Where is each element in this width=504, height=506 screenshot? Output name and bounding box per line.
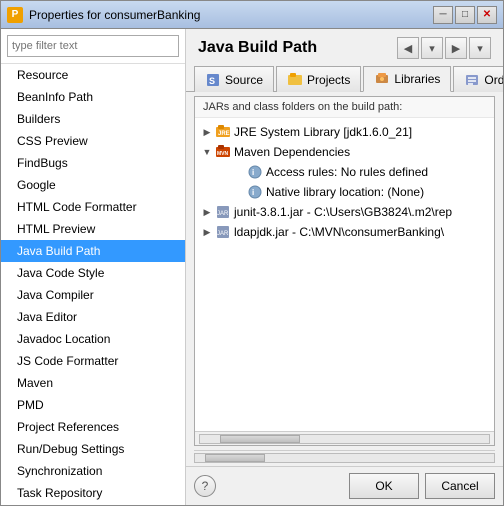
sidebar-item-java-compiler[interactable]: Java Compiler	[1, 284, 185, 306]
tabs-row: S Source Projects	[186, 63, 503, 92]
sidebar-item-synchronization[interactable]: Synchronization	[1, 460, 185, 482]
filter-input[interactable]	[7, 35, 179, 57]
sidebar-item-css-preview[interactable]: CSS Preview	[1, 130, 185, 152]
libraries-tab-icon	[374, 71, 390, 87]
svg-text:JAR: JAR	[217, 211, 229, 217]
sidebar-item-javadoc[interactable]: Javadoc Location	[1, 328, 185, 350]
svg-text:JAR: JAR	[217, 231, 229, 237]
native-lib-icon: i	[247, 184, 263, 200]
sidebar-item-maven[interactable]: Maven	[1, 372, 185, 394]
nav-toolbar: ◀ ▾ ▶ ▾	[397, 37, 491, 59]
sidebar-item-beaninfo[interactable]: BeanInfo Path	[1, 86, 185, 108]
junit-jar-toggle[interactable]: ▶	[199, 204, 215, 220]
window-title: Properties for consumerBanking	[29, 8, 433, 22]
tree-item-junit-jar[interactable]: ▶ JAR junit-3.8.1.jar - C:\Users\GB3824\…	[195, 202, 494, 222]
back-button[interactable]: ◀	[397, 37, 419, 59]
sidebar-item-java-build-path[interactable]: Java Build Path	[1, 240, 185, 262]
tab-libraries[interactable]: Libraries	[363, 66, 451, 92]
tree-item-native-lib[interactable]: i Native library location: (None)	[195, 182, 494, 202]
svg-text:MVN: MVN	[217, 151, 229, 157]
svg-text:JRE: JRE	[218, 131, 230, 137]
footer: ? OK Cancel	[186, 466, 503, 505]
ldapjdk-jar-label: ldapjdk.jar - C:\MVN\consumerBanking\	[234, 223, 444, 241]
svg-text:i: i	[252, 188, 254, 197]
sidebar-item-google[interactable]: Google	[1, 174, 185, 196]
content-area: Resource BeanInfo Path Builders CSS Prev…	[1, 29, 503, 505]
maximize-button[interactable]: □	[455, 6, 475, 24]
ldapjdk-jar-toggle[interactable]: ▶	[199, 224, 215, 240]
tree-description: JARs and class folders on the build path…	[195, 97, 494, 118]
svg-text:i: i	[252, 168, 254, 177]
sidebar-item-task-repository[interactable]: Task Repository	[1, 482, 185, 504]
close-button[interactable]: ✕	[477, 6, 497, 24]
main-title: Java Build Path	[198, 39, 317, 57]
order-tab-icon	[464, 72, 480, 88]
jre-icon: JRE	[215, 124, 231, 140]
tree-item-access-rules[interactable]: i Access rules: No rules defined	[195, 162, 494, 182]
sidebar-item-html-preview[interactable]: HTML Preview	[1, 218, 185, 240]
access-rules-icon: i	[247, 164, 263, 180]
window-controls: ─ □ ✕	[433, 6, 497, 24]
tree-panel: JARs and class folders on the build path…	[194, 96, 495, 446]
access-rules-label: Access rules: No rules defined	[266, 163, 428, 181]
sidebar-item-task-tags[interactable]: Task Tags	[1, 504, 185, 505]
sidebar-item-pmd[interactable]: PMD	[1, 394, 185, 416]
sidebar-item-run-debug[interactable]: Run/Debug Settings	[1, 438, 185, 460]
sidebar: Resource BeanInfo Path Builders CSS Prev…	[1, 29, 186, 505]
sidebar-item-resource[interactable]: Resource	[1, 64, 185, 86]
native-lib-toggle	[231, 184, 247, 200]
tree-h-scrollbar[interactable]	[195, 431, 494, 445]
maven-label: Maven Dependencies	[234, 143, 350, 161]
forward-dropdown-button[interactable]: ▾	[469, 37, 491, 59]
access-rules-toggle	[231, 164, 247, 180]
tree-item-ldapjdk-jar[interactable]: ▶ JAR ldapjdk.jar - C:\MVN\consumerBanki…	[195, 222, 494, 242]
ok-button[interactable]: OK	[349, 473, 419, 499]
tree-item-jre[interactable]: ▶ JRE JRE System Library [jdk1.6.0_21]	[195, 122, 494, 142]
maven-toggle-icon[interactable]: ▼	[199, 144, 215, 160]
cancel-button[interactable]: Cancel	[425, 473, 495, 499]
maven-icon: MVN	[215, 144, 231, 160]
main-panel: Java Build Path ◀ ▾ ▶ ▾ S Source	[186, 29, 503, 505]
projects-tab-icon	[287, 72, 303, 88]
tab-projects[interactable]: Projects	[276, 66, 361, 92]
svg-text:S: S	[209, 76, 215, 86]
main-header: Java Build Path ◀ ▾ ▶ ▾	[186, 29, 503, 63]
sidebar-item-builders[interactable]: Builders	[1, 108, 185, 130]
title-bar: P Properties for consumerBanking ─ □ ✕	[1, 1, 503, 29]
junit-jar-icon: JAR	[215, 204, 231, 220]
tree-item-maven[interactable]: ▼ MVN Maven Dependencies	[195, 142, 494, 162]
sidebar-list: Resource BeanInfo Path Builders CSS Prev…	[1, 64, 185, 505]
sidebar-item-js-formatter[interactable]: JS Code Formatter	[1, 350, 185, 372]
window-icon: P	[7, 7, 23, 23]
ldapjdk-jar-icon: JAR	[215, 224, 231, 240]
properties-window: P Properties for consumerBanking ─ □ ✕ R…	[0, 0, 504, 506]
sidebar-item-findbugs[interactable]: FindBugs	[1, 152, 185, 174]
back-dropdown-button[interactable]: ▾	[421, 37, 443, 59]
filter-box	[1, 29, 185, 64]
jre-label: JRE System Library [jdk1.6.0_21]	[234, 123, 412, 141]
tree-content: ▶ JRE JRE System Library [jdk1.6.0_21]	[195, 118, 494, 431]
tab-order[interactable]: Order	[453, 66, 503, 92]
sidebar-item-java-editor[interactable]: Java Editor	[1, 306, 185, 328]
sidebar-item-java-code-style[interactable]: Java Code Style	[1, 262, 185, 284]
native-lib-label: Native library location: (None)	[266, 183, 424, 201]
help-button[interactable]: ?	[194, 475, 216, 497]
sidebar-item-project-references[interactable]: Project References	[1, 416, 185, 438]
sidebar-item-html-formatter[interactable]: HTML Code Formatter	[1, 196, 185, 218]
source-tab-icon: S	[205, 72, 221, 88]
bottom-scrollbar[interactable]	[194, 450, 495, 464]
junit-jar-label: junit-3.8.1.jar - C:\Users\GB3824\.m2\re…	[234, 203, 452, 221]
jre-toggle-icon[interactable]: ▶	[199, 124, 215, 140]
tab-source[interactable]: S Source	[194, 66, 274, 92]
forward-button[interactable]: ▶	[445, 37, 467, 59]
minimize-button[interactable]: ─	[433, 6, 453, 24]
